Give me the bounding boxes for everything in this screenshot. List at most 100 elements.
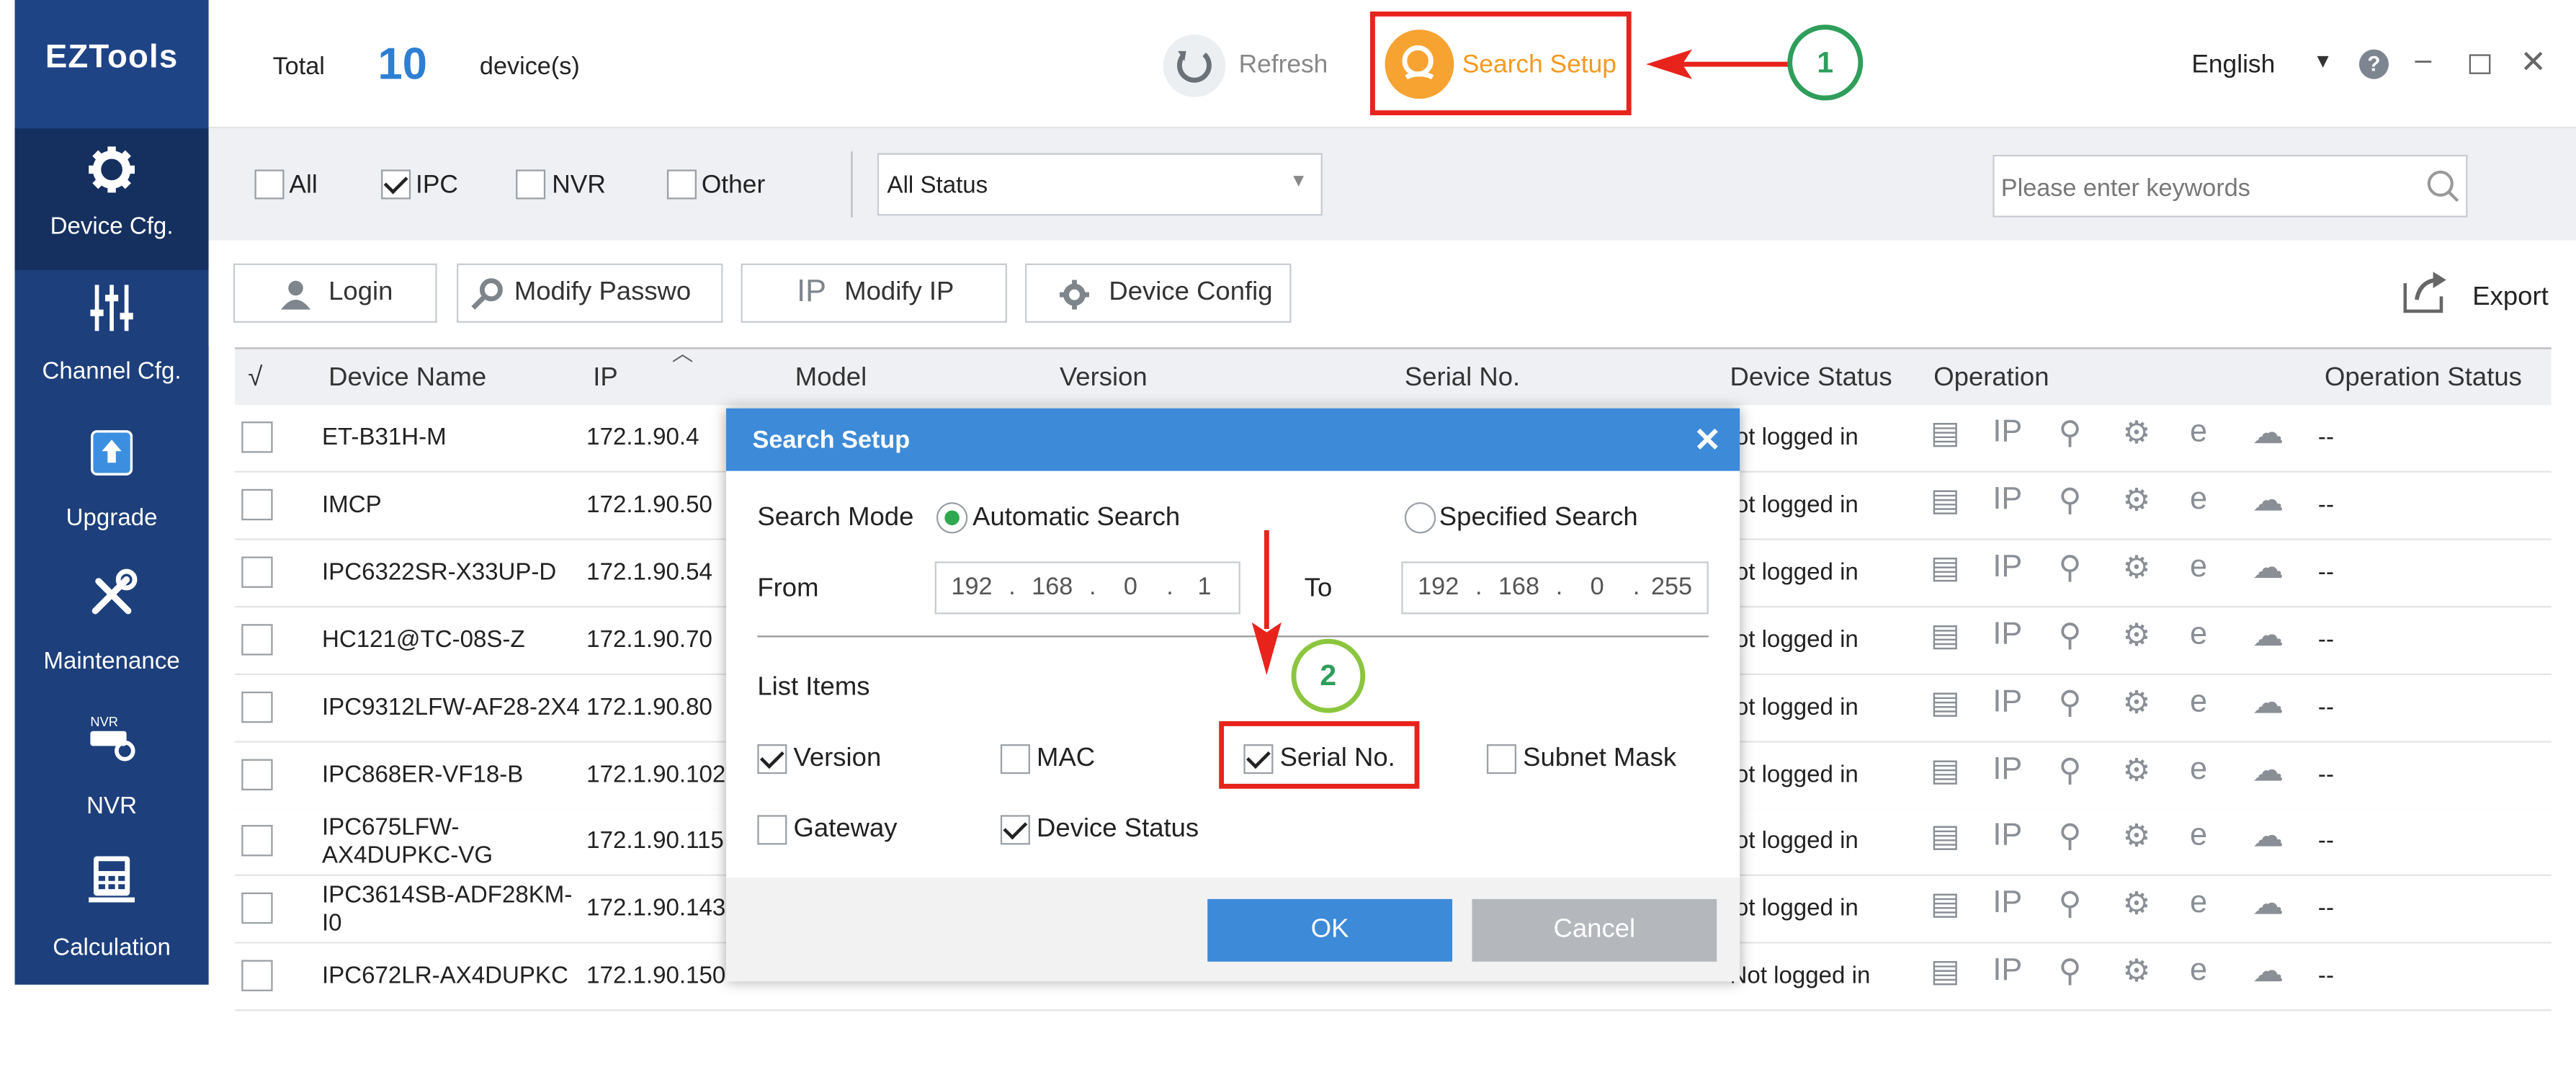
ip-icon[interactable]: IP xyxy=(1993,953,2022,989)
to-ip-input[interactable]: 192 . 168 . 0 . 255 xyxy=(1401,561,1709,615)
key-icon[interactable]: ⚲ xyxy=(2059,483,2082,521)
cloud-icon[interactable]: ☁ xyxy=(2253,953,2284,991)
column-header-name[interactable]: Device Name xyxy=(328,349,486,409)
column-header-model[interactable]: Model xyxy=(795,349,867,409)
cloud-icon[interactable]: ☁ xyxy=(2253,550,2284,588)
gateway-checkbox[interactable] xyxy=(757,815,787,845)
column-header-serial[interactable]: Serial No. xyxy=(1405,349,1520,409)
sort-ascending-icon[interactable]: ︿ xyxy=(672,336,694,367)
filter-all-checkbox[interactable] xyxy=(254,169,285,200)
ip-icon[interactable]: IP xyxy=(1993,818,2022,854)
ip-icon[interactable]: IP xyxy=(1993,550,2022,586)
document-icon[interactable]: ▤ xyxy=(1931,685,1960,723)
key-icon[interactable]: ⚲ xyxy=(2059,752,2082,790)
browser-icon[interactable]: e xyxy=(2190,685,2207,721)
document-icon[interactable]: ▤ xyxy=(1931,415,1960,453)
row-checkbox[interactable] xyxy=(241,759,273,791)
key-icon[interactable]: ⚲ xyxy=(2059,886,2082,924)
sidebar-item-device-cfg[interactable]: Device Cfg. xyxy=(14,128,209,270)
document-icon[interactable]: ▤ xyxy=(1931,886,1960,924)
gear-icon[interactable]: ⚙ xyxy=(2123,685,2151,723)
cloud-icon[interactable]: ☁ xyxy=(2253,483,2284,521)
subnet-mask-checkbox[interactable] xyxy=(1486,744,1516,774)
browser-icon[interactable]: e xyxy=(2190,550,2207,586)
gear-icon[interactable]: ⚙ xyxy=(2123,752,2151,790)
row-checkbox[interactable] xyxy=(241,556,273,588)
specified-search-radio[interactable] xyxy=(1404,502,1436,534)
device-status-checkbox[interactable] xyxy=(1000,815,1030,845)
gear-icon[interactable]: ⚙ xyxy=(2123,886,2151,924)
column-header-version[interactable]: Version xyxy=(1060,349,1148,409)
document-icon[interactable]: ▤ xyxy=(1931,483,1960,521)
sidebar-item-nvr[interactable]: NVR NVR xyxy=(15,708,209,840)
ip-icon[interactable]: IP xyxy=(1993,415,2022,451)
sidebar-item-maintenance[interactable]: Maintenance xyxy=(15,566,209,698)
browser-icon[interactable]: e xyxy=(2190,617,2207,653)
language-select[interactable]: English xyxy=(2191,51,2275,81)
device-config-button[interactable]: Device Config xyxy=(1025,263,1292,323)
cloud-icon[interactable]: ☁ xyxy=(2253,818,2284,857)
search-input[interactable]: Please enter keywords xyxy=(1993,154,2468,218)
row-checkbox[interactable] xyxy=(241,825,273,857)
gear-icon[interactable]: ⚙ xyxy=(2123,818,2151,857)
row-checkbox[interactable] xyxy=(241,624,273,656)
document-icon[interactable]: ▤ xyxy=(1931,617,1960,656)
close-icon[interactable]: ✕ xyxy=(1694,420,1721,461)
serial-checkbox[interactable] xyxy=(1243,744,1274,774)
cancel-button[interactable]: Cancel xyxy=(1472,898,1717,962)
column-header-op-status[interactable]: Operation Status xyxy=(2325,349,2522,409)
row-checkbox[interactable] xyxy=(241,421,273,453)
row-checkbox[interactable] xyxy=(241,691,273,723)
cloud-icon[interactable]: ☁ xyxy=(2253,752,2284,790)
login-button[interactable]: Login xyxy=(233,263,437,323)
document-icon[interactable]: ▤ xyxy=(1931,953,1960,991)
from-ip-input[interactable]: 192 . 168 . 0 . 1 xyxy=(934,561,1240,615)
status-select[interactable]: All Status ▼ xyxy=(877,153,1323,216)
search-icon[interactable] xyxy=(2425,168,2461,204)
document-icon[interactable]: ▤ xyxy=(1931,752,1960,790)
version-checkbox[interactable] xyxy=(757,744,787,774)
modify-password-button[interactable]: Modify Passwo xyxy=(457,263,723,323)
automatic-search-radio[interactable] xyxy=(936,502,968,534)
row-checkbox[interactable] xyxy=(241,960,273,991)
row-checkbox[interactable] xyxy=(241,892,273,924)
search-setup-button[interactable]: Search Setup xyxy=(1383,28,1622,101)
close-icon[interactable]: ✕ xyxy=(2520,45,2546,83)
filter-other-checkbox[interactable] xyxy=(666,169,697,200)
ip-icon[interactable]: IP xyxy=(1993,483,2022,519)
document-icon[interactable]: ▤ xyxy=(1931,550,1960,588)
ip-icon[interactable]: IP xyxy=(1993,617,2022,653)
browser-icon[interactable]: e xyxy=(2190,752,2207,788)
filter-ipc-checkbox[interactable] xyxy=(381,169,411,200)
gear-icon[interactable]: ⚙ xyxy=(2123,617,2151,656)
browser-icon[interactable]: e xyxy=(2190,818,2207,854)
key-icon[interactable]: ⚲ xyxy=(2059,685,2082,723)
gear-icon[interactable]: ⚙ xyxy=(2123,550,2151,588)
export-button[interactable]: Export xyxy=(2400,267,2557,323)
cloud-icon[interactable]: ☁ xyxy=(2253,415,2284,453)
mac-checkbox[interactable] xyxy=(1000,744,1030,774)
sidebar-item-channel-cfg[interactable]: Channel Cfg. xyxy=(15,280,209,412)
ok-button[interactable]: OK xyxy=(1207,898,1453,962)
key-icon[interactable]: ⚲ xyxy=(2059,953,2082,991)
document-icon[interactable]: ▤ xyxy=(1931,818,1960,857)
filter-nvr-checkbox[interactable] xyxy=(516,169,546,200)
column-header-check[interactable]: √ xyxy=(248,349,262,409)
chevron-down-icon[interactable]: ▼ xyxy=(2313,50,2333,73)
key-icon[interactable]: ⚲ xyxy=(2059,415,2082,453)
browser-icon[interactable]: e xyxy=(2190,483,2207,519)
gear-icon[interactable]: ⚙ xyxy=(2123,415,2151,453)
row-checkbox[interactable] xyxy=(241,488,273,521)
ip-icon[interactable]: IP xyxy=(1993,685,2022,721)
minimize-icon[interactable]: – xyxy=(2415,43,2431,77)
sidebar-item-calculation[interactable]: Calculation xyxy=(15,849,209,981)
browser-icon[interactable]: e xyxy=(2190,953,2207,989)
maximize-icon[interactable] xyxy=(2469,54,2491,74)
cloud-icon[interactable]: ☁ xyxy=(2253,886,2284,924)
refresh-button[interactable]: Refresh xyxy=(1161,33,1342,99)
key-icon[interactable]: ⚲ xyxy=(2059,617,2082,656)
cloud-icon[interactable]: ☁ xyxy=(2253,617,2284,656)
ip-icon[interactable]: IP xyxy=(1993,886,2022,922)
modify-ip-button[interactable]: IP Modify IP xyxy=(741,263,1008,323)
column-header-status[interactable]: Device Status xyxy=(1730,349,1892,409)
